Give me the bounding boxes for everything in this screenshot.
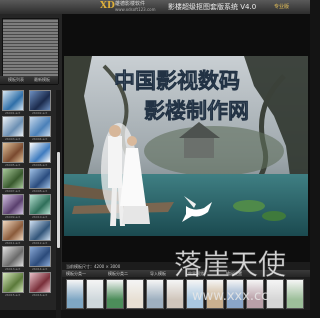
- template-thumbnail-label: 26004.act: [32, 137, 48, 141]
- template-thumbnail[interactable]: [29, 220, 51, 241]
- template-thumbnail[interactable]: [29, 168, 51, 189]
- strip-template-thumbnail[interactable]: [226, 279, 244, 309]
- template-thumbnail[interactable]: [2, 194, 24, 215]
- template-thumbnail-label: 26010.act: [32, 215, 48, 219]
- template-thumbnail-label: 26001.act: [5, 111, 21, 115]
- template-size-status: 当前模板尺寸：4200 × 3000: [66, 264, 121, 269]
- template-thumbnail-label: 26009.act: [5, 215, 21, 219]
- strip-template-thumbnail[interactable]: [66, 279, 84, 309]
- canvas-area: 中国影视数码 影楼制作网: [62, 14, 310, 262]
- strip-template-thumbnail[interactable]: [246, 279, 264, 309]
- template-thumbnail-label: 26015.act: [5, 293, 21, 297]
- tab-import-template[interactable]: 导入模板: [150, 270, 166, 277]
- brand-url: www.xdsoft123.com: [115, 7, 156, 12]
- template-thumbnail-label: 26008.act: [32, 189, 48, 193]
- template-tabs: 模板列表 最新模板: [0, 76, 58, 85]
- template-thumbnail[interactable]: [2, 272, 24, 293]
- template-thumbnail-label: 26003.act: [5, 137, 21, 141]
- template-thumbnail[interactable]: [29, 246, 51, 267]
- template-thumbnail-label: 26002.act: [32, 111, 48, 115]
- template-panel: 模板列表 最新模板 26001.act 26002.act 26003.act 260…: [0, 14, 63, 318]
- template-thumbnail-label: 26006.act: [32, 163, 48, 167]
- tab-latest-templates[interactable]: 最新模板: [34, 76, 50, 84]
- bottom-panel: 当前模板尺寸：4200 × 3000 模板分类一 模板分类二 导入模板 效果预览…: [62, 262, 310, 310]
- template-thumbnail-label: 26014.act: [32, 267, 48, 271]
- wedding-photo-artwork: 中国影视数码 影楼制作网: [64, 56, 308, 236]
- template-thumbnail-label: 26016.act: [32, 293, 48, 297]
- template-thumbnail[interactable]: [2, 246, 24, 267]
- template-thumbnail-label: 26012.act: [32, 241, 48, 245]
- template-thumbnail[interactable]: [2, 220, 24, 241]
- template-thumbnail[interactable]: [29, 90, 51, 111]
- edition-label: 专业版: [274, 4, 290, 10]
- tab-template-list[interactable]: 模板列表: [8, 76, 24, 84]
- app-title: 影楼超级抠图套版系统 V4.0: [168, 3, 257, 11]
- template-thumbnail-label: 26013.act: [5, 267, 21, 271]
- composite-photo[interactable]: 中国影视数码 影楼制作网: [64, 56, 308, 236]
- strip-template-thumbnail[interactable]: [86, 279, 104, 309]
- strip-template-thumbnail[interactable]: [166, 279, 184, 309]
- tab-category-1[interactable]: 模板分类一: [66, 270, 86, 277]
- template-thumbnail-label: 26007.act: [5, 189, 21, 193]
- template-thumbnail-grid: 26001.act 26002.act 26003.act 26004.act 2600…: [0, 90, 56, 318]
- tab-category-2[interactable]: 模板分类二: [108, 270, 128, 277]
- template-preview: [2, 18, 59, 84]
- template-thumbnail-label: 26011.act: [5, 241, 21, 245]
- template-thumbnail[interactable]: [2, 168, 24, 189]
- strip-template-thumbnail[interactable]: [126, 279, 144, 309]
- template-thumbnail[interactable]: [29, 272, 51, 293]
- strip-template-thumbnail[interactable]: [286, 279, 304, 309]
- template-thumbnail[interactable]: [2, 116, 24, 137]
- strip-template-thumbnail[interactable]: [206, 279, 224, 309]
- artwork-text-line2: 影楼制作网: [144, 98, 249, 123]
- template-thumbnail-label: 26005.act: [5, 163, 21, 167]
- template-thumbnail[interactable]: [29, 116, 51, 137]
- title-bar: XD 雄德影楼软件 www.xdsoft123.com 影楼超级抠图套版系统 V…: [0, 0, 310, 15]
- bottom-tabs: 模板分类一 模板分类二 导入模板 效果预览 输出设置: [62, 270, 310, 277]
- brand-logo: XD: [100, 1, 115, 11]
- template-thumbnail[interactable]: [29, 142, 51, 163]
- strip-template-thumbnail[interactable]: [146, 279, 164, 309]
- template-thumbnail[interactable]: [2, 90, 24, 111]
- template-thumbnail[interactable]: [2, 142, 24, 163]
- template-thumbnail[interactable]: [29, 194, 51, 215]
- scrollbar-thumb[interactable]: [57, 152, 60, 248]
- tab-effect-preview[interactable]: 效果预览: [188, 270, 204, 277]
- thumbnail-scrollbar[interactable]: [56, 90, 61, 318]
- strip-template-thumbnail[interactable]: [106, 279, 124, 309]
- tab-output-settings[interactable]: 输出设置: [226, 270, 242, 277]
- artwork-text-line1: 中国影视数码: [114, 68, 240, 93]
- strip-template-thumbnail[interactable]: [266, 279, 284, 309]
- strip-template-thumbnail[interactable]: [186, 279, 204, 309]
